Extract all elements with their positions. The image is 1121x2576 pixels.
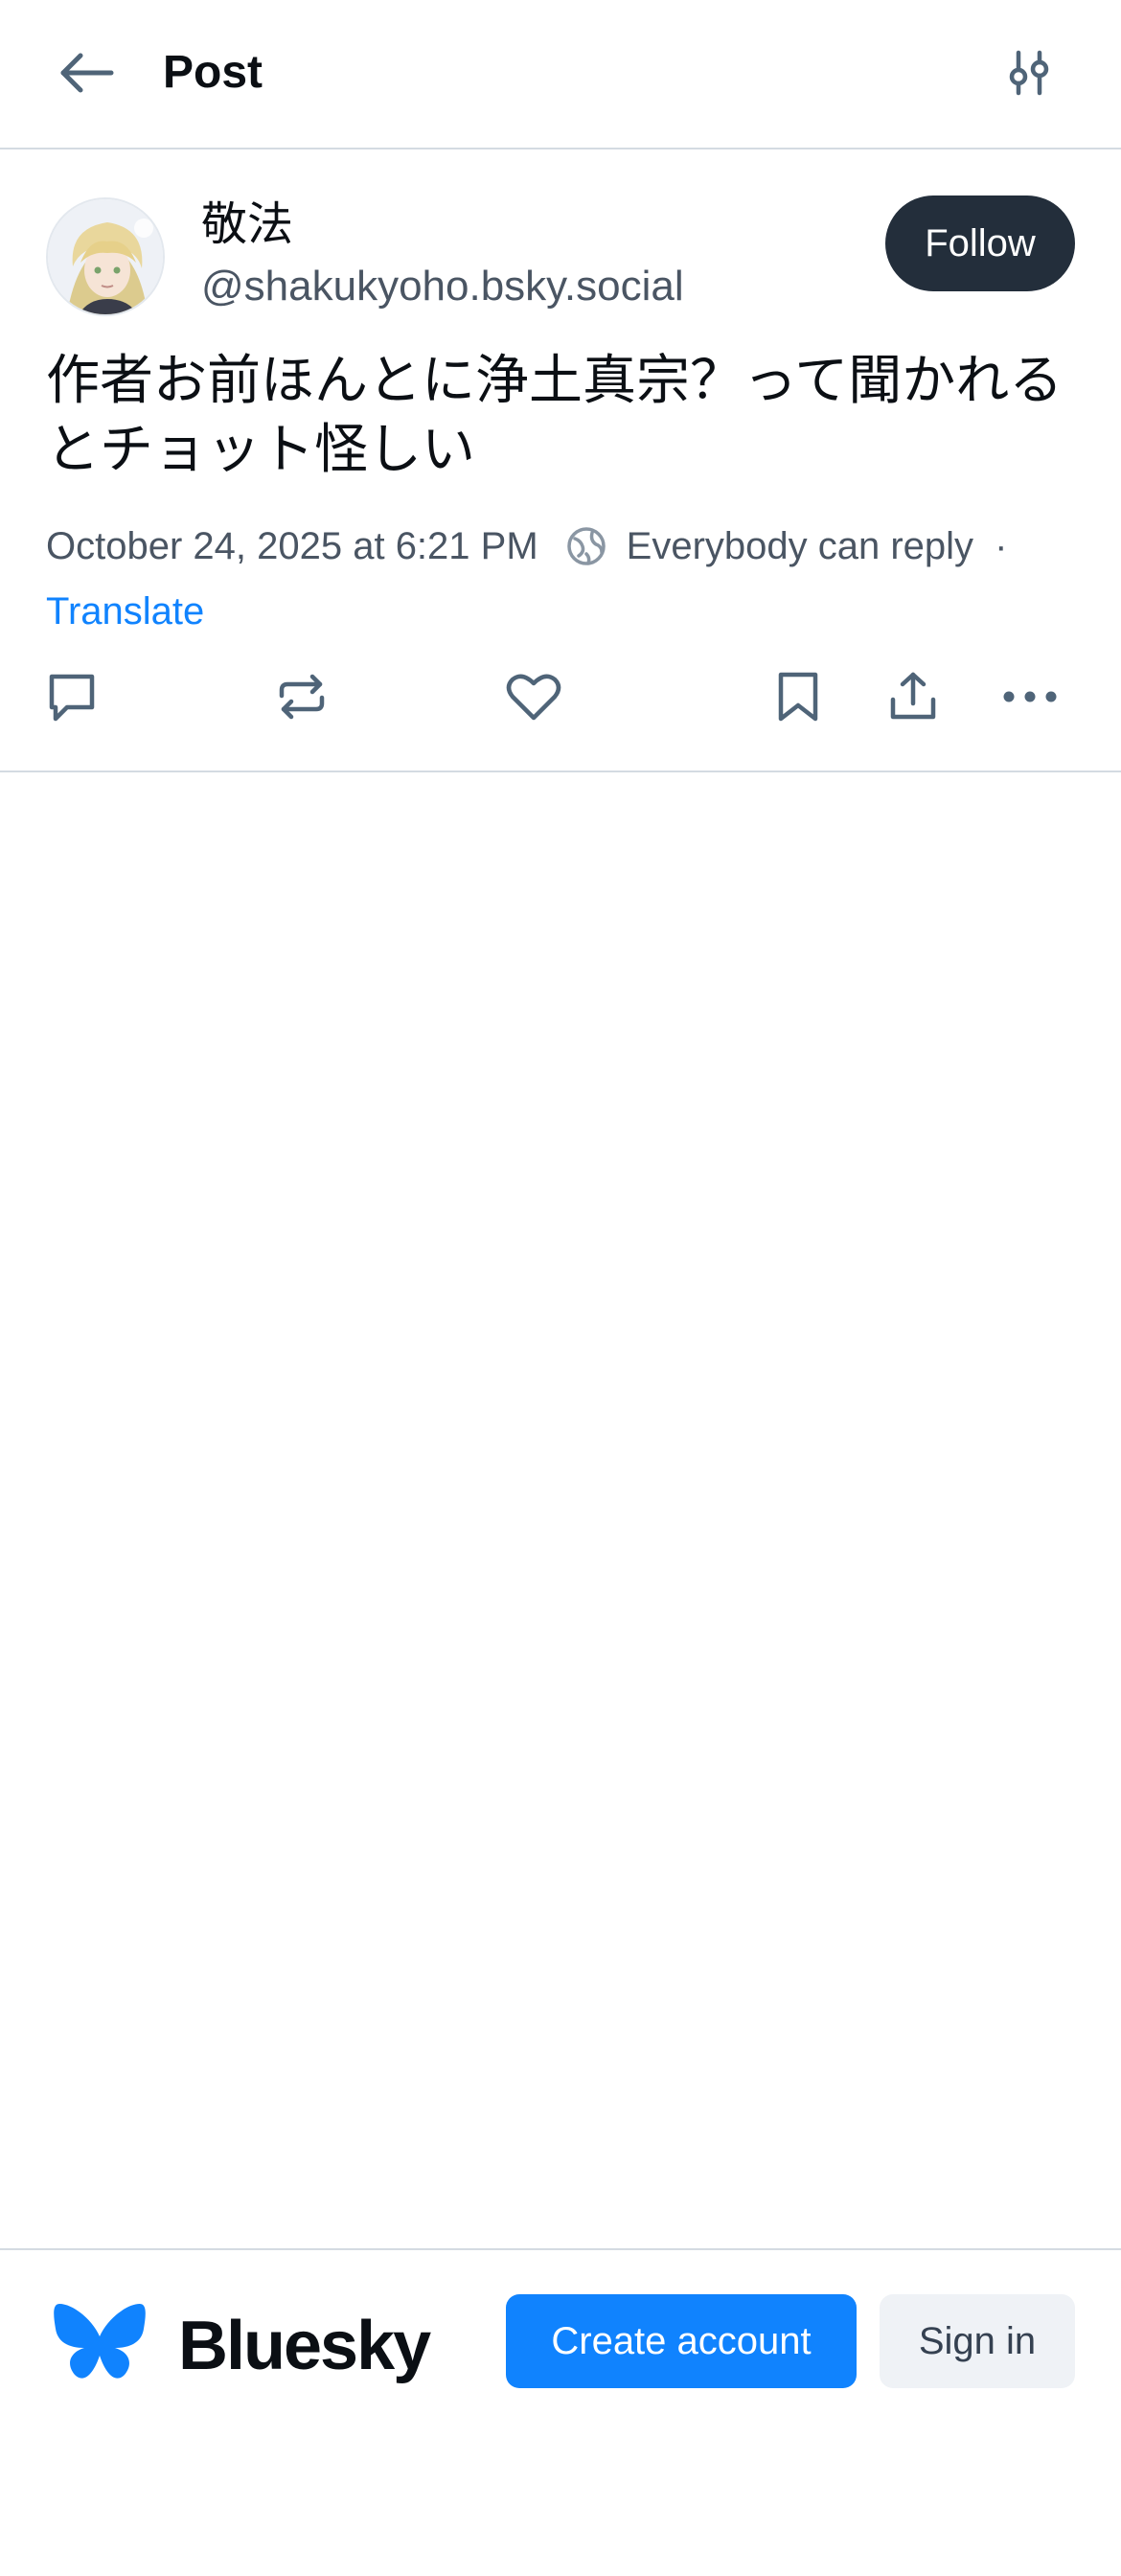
- post-meta: October 24, 2025 at 6:21 PM Everybody ca…: [46, 519, 1081, 573]
- meta-separator: ·: [995, 524, 1008, 567]
- reply-setting[interactable]: Everybody can reply: [627, 525, 973, 568]
- sign-in-button[interactable]: Sign in: [880, 2294, 1075, 2388]
- avatar[interactable]: [46, 197, 165, 316]
- sliders-icon: [1007, 49, 1051, 102]
- like-button[interactable]: [492, 657, 575, 740]
- reply-button[interactable]: [31, 657, 113, 740]
- reply-icon: [44, 669, 100, 729]
- globe-icon: [565, 525, 607, 567]
- bluesky-butterfly-icon[interactable]: [52, 2300, 148, 2386]
- top-bar: Post: [0, 0, 1121, 150]
- back-button[interactable]: [46, 40, 126, 109]
- translate-link[interactable]: Translate: [46, 585, 204, 638]
- author-handle[interactable]: @shakukyoho.bsky.social: [201, 259, 684, 314]
- post-divider: [0, 770, 1121, 772]
- follow-button[interactable]: Follow: [885, 196, 1075, 291]
- post-actions: [0, 657, 1121, 740]
- brand-wordmark: Bluesky: [178, 2308, 431, 2384]
- share-button[interactable]: [872, 657, 954, 740]
- ellipsis-icon: [1001, 689, 1059, 709]
- post-timestamp[interactable]: October 24, 2025 at 6:21 PM: [46, 525, 538, 568]
- signup-bar: Bluesky Create account Sign in: [0, 2248, 1121, 2576]
- repost-icon: [274, 669, 330, 729]
- more-options-button[interactable]: [989, 657, 1071, 740]
- create-account-button[interactable]: Create account: [506, 2294, 857, 2388]
- share-icon: [885, 669, 941, 729]
- heart-icon: [505, 670, 562, 728]
- thread-options-button[interactable]: [993, 40, 1065, 109]
- author-display-name[interactable]: 敬法: [201, 196, 293, 253]
- arrow-left-icon: [57, 50, 115, 101]
- post-text: 作者お前ほんとに浄土真宗？って聞かれるとチョット怪しい: [46, 350, 1064, 481]
- page-title: Post: [163, 47, 263, 98]
- bookmark-icon: [775, 669, 821, 729]
- bookmark-button[interactable]: [757, 657, 839, 740]
- repost-button[interactable]: [261, 657, 343, 740]
